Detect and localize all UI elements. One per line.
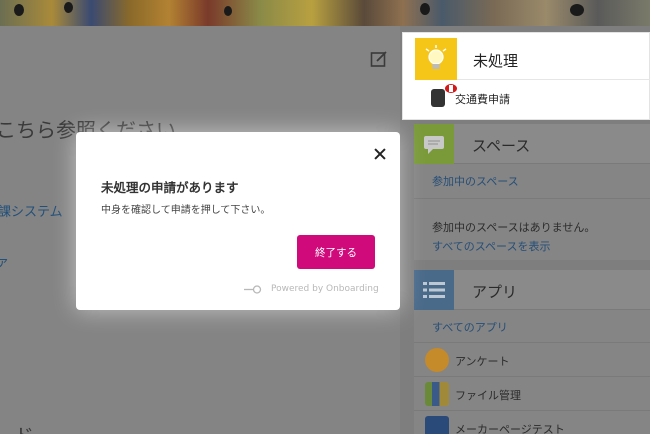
list-icon: [414, 270, 454, 310]
finish-button[interactable]: 終了する: [297, 235, 375, 269]
onboarding-modal: 未処理の申請があります 中身を確認して申請を押して下さい。 終了する Power…: [76, 132, 400, 310]
main-link-partial[interactable]: ァ: [0, 251, 9, 270]
lightbulb-icon: [415, 38, 457, 80]
modal-title: 未処理の申請があります: [101, 180, 239, 195]
section-heading: ード: [0, 420, 34, 434]
show-all-spaces-link[interactable]: すべてのスペースを表示: [414, 235, 650, 261]
onboarding-logo-icon: [244, 285, 262, 294]
banner-detail: [14, 4, 24, 16]
app-item-label: メーカーページテスト: [455, 423, 565, 434]
apps-panel: アプリ すべてのアプリ アンケート ファイル管理 メーカーページテスト: [414, 270, 650, 434]
app-item-file-management[interactable]: ファイル管理: [414, 376, 650, 410]
survey-icon: [425, 348, 449, 372]
space-panel-header: スペース: [414, 124, 650, 164]
app-item-survey[interactable]: アンケート: [414, 342, 650, 376]
main-link-system[interactable]: 課システム: [0, 201, 63, 220]
banner-detail: [64, 2, 73, 13]
banner-detail: [570, 4, 584, 16]
pending-panel: 未処理 交通費申請: [402, 32, 650, 120]
notebook-icon: [425, 416, 449, 434]
close-icon[interactable]: [372, 146, 388, 162]
modal-body: 中身を確認して申請を押して下さい。: [101, 205, 271, 216]
apps-panel-title: アプリ: [472, 283, 518, 301]
powered-by-text: Powered by Onboarding: [271, 284, 379, 294]
header-banner-image: [0, 0, 650, 26]
apps-panel-header: アプリ: [414, 270, 650, 310]
space-empty-text: 参加中のスペースはありません。: [432, 221, 596, 234]
file-binders-icon: [425, 382, 449, 406]
banner-detail: [420, 3, 430, 15]
space-panel: スペース 参加中のスペース 参加中のスペースはありません。 すべてのスペースを表…: [414, 124, 650, 260]
app-item-label: ファイル管理: [455, 389, 521, 402]
all-apps-link[interactable]: すべてのアプリ: [414, 310, 650, 342]
chat-bubble-icon: [414, 124, 454, 164]
space-panel-title: スペース: [472, 137, 531, 155]
edit-icon[interactable]: [370, 50, 388, 68]
app-item-label: アンケート: [455, 355, 510, 368]
space-tab-joined[interactable]: 参加中のスペース: [414, 164, 650, 196]
train-icon: [431, 89, 445, 107]
app-item-maker-page-test[interactable]: メーカーページテスト: [414, 410, 650, 434]
banner-detail: [224, 6, 232, 16]
pending-panel-header: 未処理: [415, 38, 650, 80]
pending-panel-title: 未処理: [473, 52, 519, 70]
pending-item-label: 交通費申請: [455, 93, 510, 106]
